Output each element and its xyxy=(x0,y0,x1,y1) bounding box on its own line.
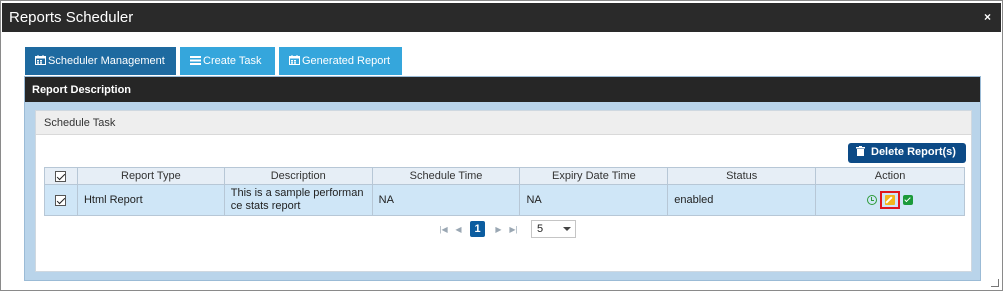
row-checkbox[interactable] xyxy=(55,194,67,206)
tab-create-task[interactable]: Create Task xyxy=(180,47,275,75)
page-number-current[interactable]: 1 xyxy=(470,221,485,237)
edit-pad-icon xyxy=(885,195,896,205)
schedule-task-section: Schedule Task Delete Report(s) Report Ty… xyxy=(35,110,972,272)
select-all-checkbox[interactable] xyxy=(55,170,67,182)
close-button[interactable]: × xyxy=(984,10,991,24)
first-page-icon[interactable]: |◀ xyxy=(436,225,451,234)
cell-schedule-time: NA xyxy=(371,184,521,216)
description-line: ce stats report xyxy=(230,200,301,212)
table-header-row: Report Type Description Schedule Time Ex… xyxy=(44,167,965,185)
description-line: This is a sample performan xyxy=(230,187,364,199)
last-page-icon[interactable]: ▶| xyxy=(506,225,521,234)
row-select-cell xyxy=(44,184,78,216)
tab-label: Scheduler Management xyxy=(48,55,165,67)
resize-handle[interactable] xyxy=(991,279,999,287)
check-icon[interactable] xyxy=(903,195,914,205)
header-expiry-date-time[interactable]: Expiry Date Time xyxy=(519,167,669,185)
cell-report-type: Html Report xyxy=(76,184,225,216)
list-icon xyxy=(190,56,201,65)
report-description-panel: Report Description Schedule Task Delete … xyxy=(24,76,981,281)
header-schedule-time[interactable]: Schedule Time xyxy=(371,167,521,185)
cell-action xyxy=(815,184,965,216)
tab-scheduler-management[interactable]: Scheduler Management xyxy=(25,47,176,75)
title-bar: Reports Scheduler × xyxy=(2,3,1001,32)
delete-button-label: Delete Report(s) xyxy=(871,146,956,158)
tab-generated-report[interactable]: Generated Report xyxy=(279,47,402,75)
cell-status: enabled xyxy=(667,184,817,216)
edit-icon[interactable] xyxy=(880,191,901,209)
header-status[interactable]: Status xyxy=(667,167,817,185)
cell-expiry-date-time: NA xyxy=(519,184,669,216)
delete-reports-button[interactable]: Delete Report(s) xyxy=(848,143,966,163)
header-report-type[interactable]: Report Type xyxy=(76,167,225,185)
table-row: Html Report This is a sample performan c… xyxy=(44,184,965,216)
cell-description: This is a sample performan ce stats repo… xyxy=(223,184,373,216)
header-action: Action xyxy=(815,167,965,185)
tab-label: Create Task xyxy=(203,55,262,67)
pagination: |◀ ◀ 1 ▶ ▶| 5 xyxy=(436,220,576,238)
select-all-header xyxy=(44,167,78,185)
clock-icon[interactable] xyxy=(867,195,878,205)
header-description[interactable]: Description xyxy=(223,167,373,185)
tab-label: Generated Report xyxy=(302,55,391,67)
prev-page-icon[interactable]: ◀ xyxy=(451,225,466,234)
dialog-title: Reports Scheduler xyxy=(9,9,134,26)
next-page-icon[interactable]: ▶ xyxy=(491,225,506,234)
report-table: Report Type Description Schedule Time Ex… xyxy=(44,167,965,216)
chevron-down-icon xyxy=(563,227,571,231)
calendar-icon xyxy=(35,55,46,65)
page-size-value: 5 xyxy=(537,223,544,235)
trash-icon xyxy=(856,146,865,156)
calendar-icon xyxy=(289,55,300,65)
page-size-select[interactable]: 5 xyxy=(531,220,576,238)
action-group xyxy=(816,191,964,209)
section-title: Schedule Task xyxy=(36,111,971,135)
reports-scheduler-dialog: Reports Scheduler × Scheduler Management… xyxy=(0,0,1003,291)
panel-title: Report Description xyxy=(25,77,980,102)
